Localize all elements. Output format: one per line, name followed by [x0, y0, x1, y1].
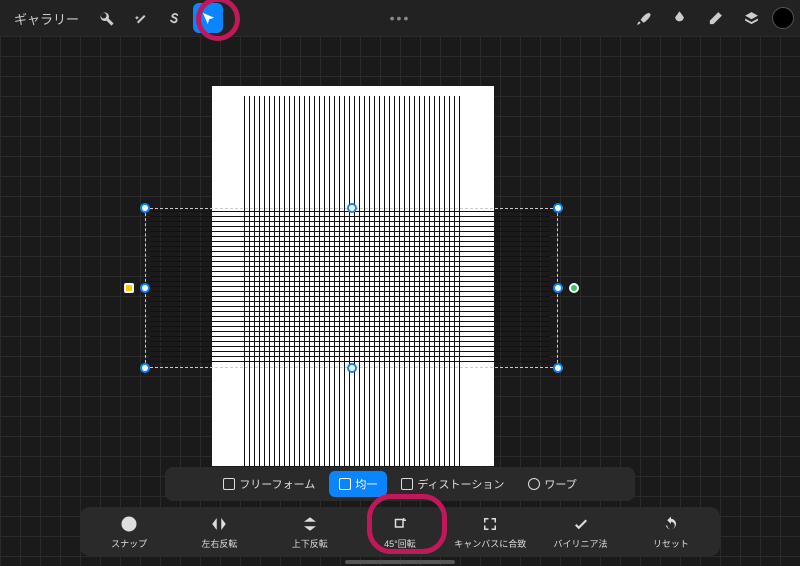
- uniform-icon: [339, 478, 351, 490]
- modify-menu-icon[interactable]: •••: [390, 10, 411, 26]
- mode-freeform-label: フリーフォーム: [239, 476, 315, 492]
- action-rotate-45[interactable]: 45°回転: [360, 515, 440, 550]
- action-flip-vertical[interactable]: 上下反転: [270, 515, 350, 550]
- action-rotate-45-label: 45°回転: [384, 537, 416, 550]
- action-snap-label: スナップ: [111, 537, 147, 550]
- flip-v-icon: [301, 515, 319, 533]
- handle-top-right[interactable]: [553, 203, 563, 213]
- reset-icon: [662, 515, 680, 533]
- brush-icon[interactable]: [628, 3, 658, 33]
- action-interpolation[interactable]: バイリニア法: [541, 515, 621, 550]
- magnet-icon: [120, 515, 138, 533]
- action-snap[interactable]: スナップ: [89, 515, 169, 550]
- handle-top-left[interactable]: [140, 203, 150, 213]
- handle-bottom-right[interactable]: [553, 363, 563, 373]
- action-flip-h-label: 左右反転: [201, 537, 237, 550]
- gallery-button[interactable]: ギャラリー: [6, 9, 87, 28]
- mode-uniform[interactable]: 均一: [329, 471, 387, 497]
- color-picker[interactable]: [772, 7, 794, 29]
- rotate-icon: [391, 515, 409, 533]
- layers-icon[interactable]: [736, 3, 766, 33]
- mode-warp-label: ワープ: [544, 476, 576, 492]
- action-flip-v-label: 上下反転: [292, 537, 328, 550]
- handle-mid-right[interactable]: [553, 283, 563, 293]
- flip-h-icon: [210, 515, 228, 533]
- action-fit-canvas-label: キャンバスに合致: [454, 537, 526, 550]
- freeform-icon: [223, 478, 235, 490]
- handle-mid-left[interactable]: [140, 283, 150, 293]
- home-indicator: [345, 560, 455, 564]
- top-toolbar: ギャラリー •••: [0, 0, 800, 36]
- warp-icon: [528, 478, 540, 490]
- transform-arrow-icon[interactable]: [193, 3, 223, 33]
- wrench-icon[interactable]: [91, 3, 121, 33]
- wand-icon[interactable]: [125, 3, 155, 33]
- mode-distort-label: ディストーション: [417, 476, 504, 492]
- interpolation-icon: [572, 515, 590, 533]
- selection-s-icon[interactable]: [159, 3, 189, 33]
- action-interpolation-label: バイリニア法: [554, 537, 608, 550]
- transform-mode-row: フリーフォーム 均一 ディストーション ワープ: [165, 467, 635, 501]
- handle-rotate[interactable]: [569, 283, 579, 293]
- transform-actions-row: スナップ 左右反転 上下反転 45°回転 キャンバスに合致 バイリニア法 リセッ…: [80, 507, 720, 556]
- mode-uniform-label: 均一: [355, 476, 377, 492]
- action-fit-canvas[interactable]: キャンバスに合致: [450, 515, 530, 550]
- distort-icon: [401, 478, 413, 490]
- handle-bottom-left[interactable]: [140, 363, 150, 373]
- mode-freeform[interactable]: フリーフォーム: [213, 471, 325, 497]
- mode-warp[interactable]: ワープ: [518, 471, 586, 497]
- action-reset[interactable]: リセット: [631, 515, 711, 550]
- mode-distort[interactable]: ディストーション: [391, 471, 514, 497]
- action-flip-horizontal[interactable]: 左右反転: [179, 515, 259, 550]
- eraser-icon[interactable]: [700, 3, 730, 33]
- transform-panel: フリーフォーム 均一 ディストーション ワープ スナップ 左右反転 上下反転 4…: [80, 467, 720, 556]
- smudge-icon[interactable]: [664, 3, 694, 33]
- artwork-horizontal-lines: [150, 211, 550, 366]
- handle-skew[interactable]: [124, 283, 134, 293]
- action-reset-label: リセット: [653, 537, 689, 550]
- fit-icon: [481, 515, 499, 533]
